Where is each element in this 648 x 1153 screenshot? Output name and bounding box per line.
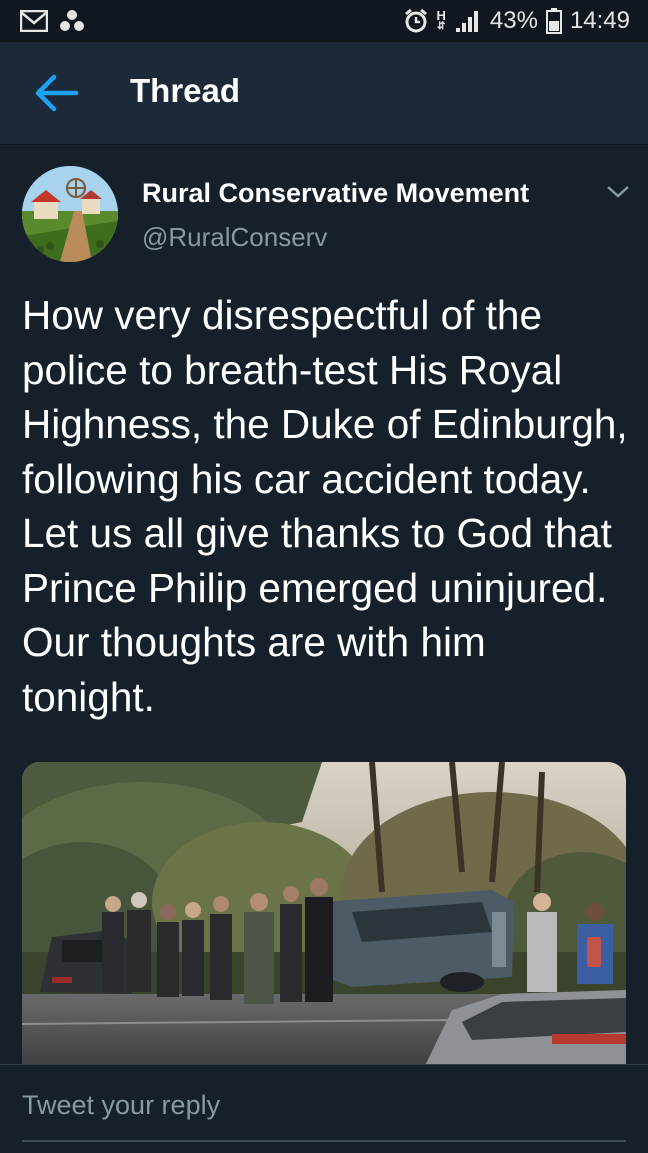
signal-icon <box>455 11 478 32</box>
reply-input[interactable]: Tweet your reply <box>22 1090 626 1142</box>
network-type-indicator: H ⇵ <box>436 8 446 32</box>
mail-icon <box>20 10 48 32</box>
battery-icon <box>545 8 562 34</box>
dots-icon <box>60 10 84 31</box>
tweet-text: How very disrespectful of the police to … <box>22 292 628 720</box>
tweet-media-photo[interactable] <box>22 762 626 1072</box>
avatar[interactable] <box>22 166 118 262</box>
arrow-left-icon[interactable] <box>34 73 80 113</box>
top-app-bar: Thread <box>0 42 648 145</box>
author-name[interactable]: Rural Conservative Movement <box>142 178 529 209</box>
page-title: Thread <box>130 72 241 109</box>
chevron-down-icon[interactable] <box>604 182 632 202</box>
clock: 14:49 <box>569 7 630 34</box>
author-handle[interactable]: @RuralConserv <box>142 222 327 253</box>
battery-percent: 43% <box>489 7 538 34</box>
status-bar: H ⇵ 43% 14:49 <box>0 0 648 42</box>
alarm-icon <box>404 8 427 33</box>
